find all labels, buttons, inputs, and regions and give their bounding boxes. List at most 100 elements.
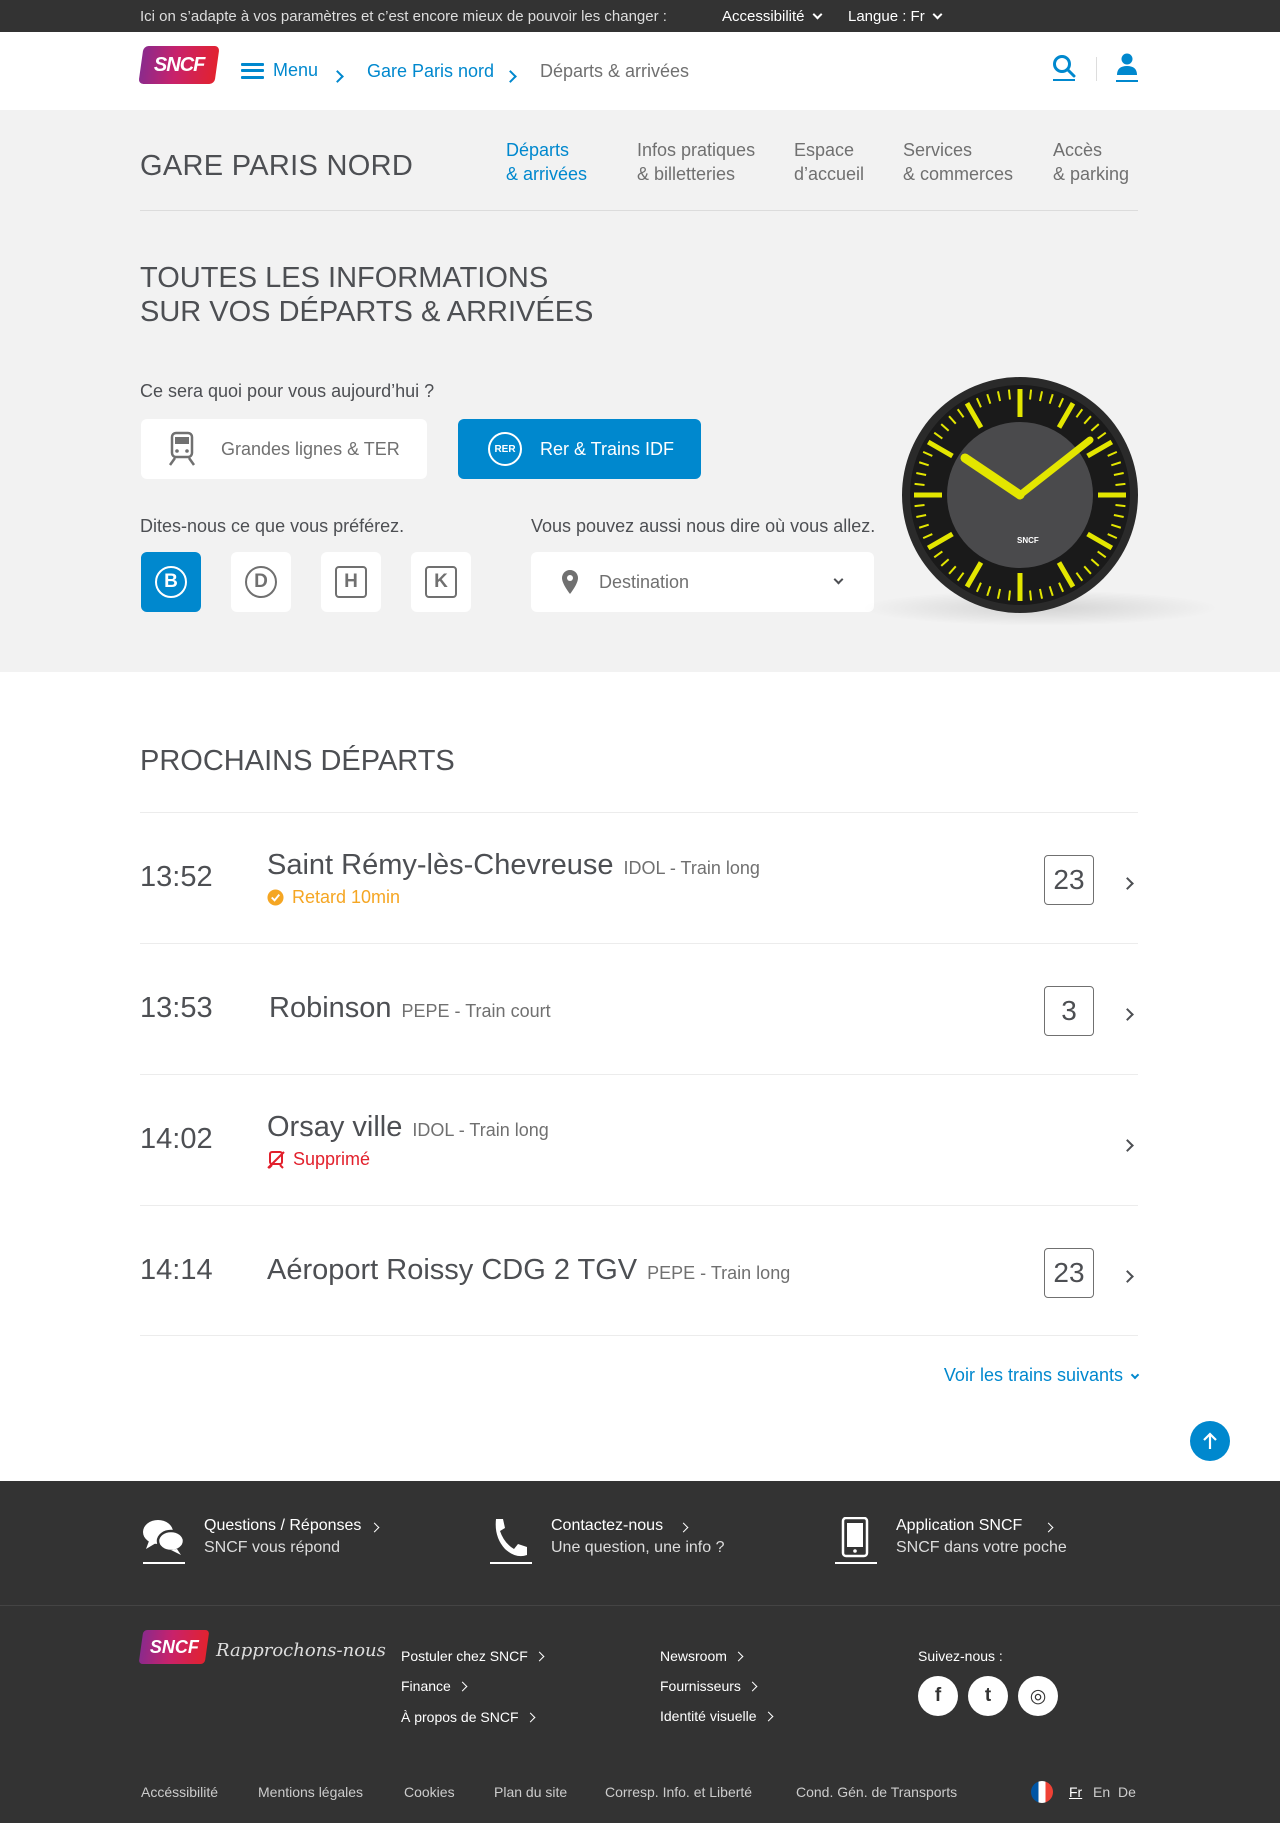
chevron-right-icon[interactable] xyxy=(1121,1268,1134,1286)
chevron-down-icon xyxy=(812,9,822,20)
accessibility-dropdown[interactable]: Accessibilité xyxy=(722,8,822,25)
option-grandes-lignes[interactable]: Grandes lignes & TER xyxy=(141,419,427,479)
follow-label: Suivez-nous : xyxy=(918,1648,1003,1664)
footer-link-postuler[interactable]: Postuler chez SNCF xyxy=(401,1648,545,1664)
option-rer-idf[interactable]: RER Rer & Trains IDF xyxy=(458,419,701,479)
destination-label: Vous pouvez aussi nous dire où vous alle… xyxy=(531,516,876,536)
location-pin-icon xyxy=(562,570,578,594)
instagram-icon[interactable]: ◎ xyxy=(1018,1676,1058,1716)
divider xyxy=(140,210,1138,211)
arrow-up-icon xyxy=(1203,1432,1217,1449)
lang-de[interactable]: De xyxy=(1118,1784,1136,1800)
svg-text:SNCF: SNCF xyxy=(1017,536,1039,545)
line-k-button[interactable]: K xyxy=(411,552,471,612)
subnav-services[interactable]: Services & commerces xyxy=(903,138,1013,186)
footer-faq[interactable]: Questions / Réponses SNCF vous répond xyxy=(141,1517,380,1565)
footer-mentions[interactable]: Mentions légales xyxy=(258,1784,363,1800)
chevron-right-icon[interactable] xyxy=(1121,875,1134,893)
subnav-espace[interactable]: Espace d’accueil xyxy=(794,138,864,186)
chevron-right-icon xyxy=(747,1681,758,1692)
scroll-top-button[interactable] xyxy=(1190,1421,1230,1461)
hero-title-line1: TOUTES LES INFORMATIONS xyxy=(140,262,549,294)
footer-cnil[interactable]: Corresp. Info. et Liberté xyxy=(605,1784,752,1800)
chevron-right-icon xyxy=(534,1651,545,1662)
subnav-departs[interactable]: Départs & arrivées xyxy=(506,138,587,186)
next-trains-link[interactable]: Voir les trains suivants xyxy=(944,1365,1140,1386)
status-delay: Retard 10min xyxy=(267,887,400,908)
option-label: Grandes lignes & TER xyxy=(221,438,400,459)
rer-icon: RER xyxy=(488,432,522,466)
departure-info: Robinson PEPE - Train court xyxy=(269,992,551,1025)
question-label: Ce sera quoi pour vous aujourd’hui ? xyxy=(140,381,435,401)
footer-contact[interactable]: Contactez-nous Une question, une info ? xyxy=(488,1517,724,1565)
departure-row[interactable]: 14:02 Orsay ville IDOL - Train long Suppr… xyxy=(140,1074,1138,1205)
status-cancelled: Supprimé xyxy=(267,1149,370,1170)
departure-type: PEPE - Train long xyxy=(647,1263,791,1283)
french-flag-icon xyxy=(1031,1781,1053,1803)
footer-link-fournisseurs[interactable]: Fournisseurs xyxy=(660,1678,758,1694)
chevron-down-icon xyxy=(932,9,943,20)
footer-app[interactable]: Application SNCF SNCF dans votre poche xyxy=(833,1517,1067,1565)
footer-link-apropos[interactable]: À propos de SNCF xyxy=(401,1709,535,1725)
track-number: 23 xyxy=(1044,1248,1094,1298)
line-h-icon: H xyxy=(335,566,367,598)
menu-button[interactable]: Menu xyxy=(241,60,318,81)
destination-select[interactable]: Destination xyxy=(531,552,874,612)
footer-link-finance[interactable]: Finance xyxy=(401,1678,468,1694)
chevron-right-icon[interactable] xyxy=(1121,1006,1134,1024)
breadcrumb-current: Départs & arrivées xyxy=(540,61,690,81)
footer-tagline: Rapprochons-nous xyxy=(216,1640,386,1661)
footer-sncf-logo[interactable]: SNCF xyxy=(138,1630,210,1664)
chevron-right-icon xyxy=(525,1712,535,1723)
mobile-icon xyxy=(835,1517,877,1564)
facebook-icon[interactable]: f xyxy=(918,1676,958,1716)
footer-accessibilite[interactable]: Accéssibilité xyxy=(141,1784,218,1800)
lang-fr[interactable]: Fr xyxy=(1069,1784,1082,1800)
line-d-icon: D xyxy=(245,566,277,598)
user-icon[interactable] xyxy=(1115,52,1139,84)
search-icon[interactable] xyxy=(1052,54,1076,82)
departure-destination: Saint Rémy-lès-Chevreuse xyxy=(267,849,614,881)
hero-section: GARE PARIS NORD Départs & arrivées Infos … xyxy=(0,110,1280,672)
chevron-right-icon xyxy=(331,68,344,86)
footer-cgt[interactable]: Cond. Gén. de Transports xyxy=(796,1784,957,1800)
departure-time: 14:02 xyxy=(140,1123,213,1155)
hamburger-icon xyxy=(241,62,264,79)
departure-destination: Robinson xyxy=(269,992,392,1024)
language-dropdown[interactable]: Langue : Fr xyxy=(848,8,943,25)
footer-plan[interactable]: Plan du site xyxy=(494,1784,567,1800)
departure-time: 14:14 xyxy=(140,1254,213,1286)
line-b-icon: B xyxy=(155,566,187,598)
departure-type: PEPE - Train court xyxy=(401,1001,551,1021)
footer-link-newsroom[interactable]: Newsroom xyxy=(660,1648,744,1664)
departure-destination: Orsay ville xyxy=(267,1111,403,1143)
departure-time: 13:52 xyxy=(140,861,213,893)
station-clock-icon: SNCF xyxy=(902,377,1138,613)
track-number: 3 xyxy=(1044,986,1094,1036)
departure-time: 13:53 xyxy=(140,992,213,1024)
line-d-button[interactable]: D xyxy=(231,552,291,612)
subnav-acces[interactable]: Accès & parking xyxy=(1053,138,1129,186)
clock-delay-icon xyxy=(267,889,284,906)
departure-row[interactable]: 13:53 Robinson PEPE - Train court 3 xyxy=(140,943,1138,1074)
line-h-button[interactable]: H xyxy=(321,552,381,612)
sncf-logo[interactable]: SNCF xyxy=(138,46,220,84)
departure-destination: Aéroport Roissy CDG 2 TGV xyxy=(267,1254,638,1286)
departures-title: PROCHAINS DÉPARTS xyxy=(140,745,455,777)
line-b-button[interactable]: B xyxy=(141,552,201,612)
hero-title-line2: SUR VOS DÉPARTS & ARRIVÉES xyxy=(140,296,594,328)
departure-info: Aéroport Roissy CDG 2 TGV PEPE - Train lo… xyxy=(267,1254,790,1287)
footer-link-identite[interactable]: Identité visuelle xyxy=(660,1708,773,1724)
station-name: GARE PARIS NORD xyxy=(140,150,414,182)
departure-row[interactable]: 14:14 Aéroport Roissy CDG 2 TGV PEPE - Tr… xyxy=(140,1205,1138,1336)
chevron-right-icon[interactable] xyxy=(1121,1137,1134,1155)
breadcrumb-station[interactable]: Gare Paris nord xyxy=(367,61,494,82)
option-label: Rer & Trains IDF xyxy=(540,438,675,459)
lang-en[interactable]: En xyxy=(1093,1784,1110,1800)
chevron-right-icon xyxy=(457,1681,468,1692)
departure-row[interactable]: 13:52 Saint Rémy-lès-Chevreuse IDOL - Tra… xyxy=(140,812,1138,943)
track-number: 23 xyxy=(1044,855,1094,905)
subnav-infos[interactable]: Infos pratiques & billetteries xyxy=(637,138,755,186)
twitter-icon[interactable]: t xyxy=(968,1676,1008,1716)
footer-cookies[interactable]: Cookies xyxy=(404,1784,455,1800)
